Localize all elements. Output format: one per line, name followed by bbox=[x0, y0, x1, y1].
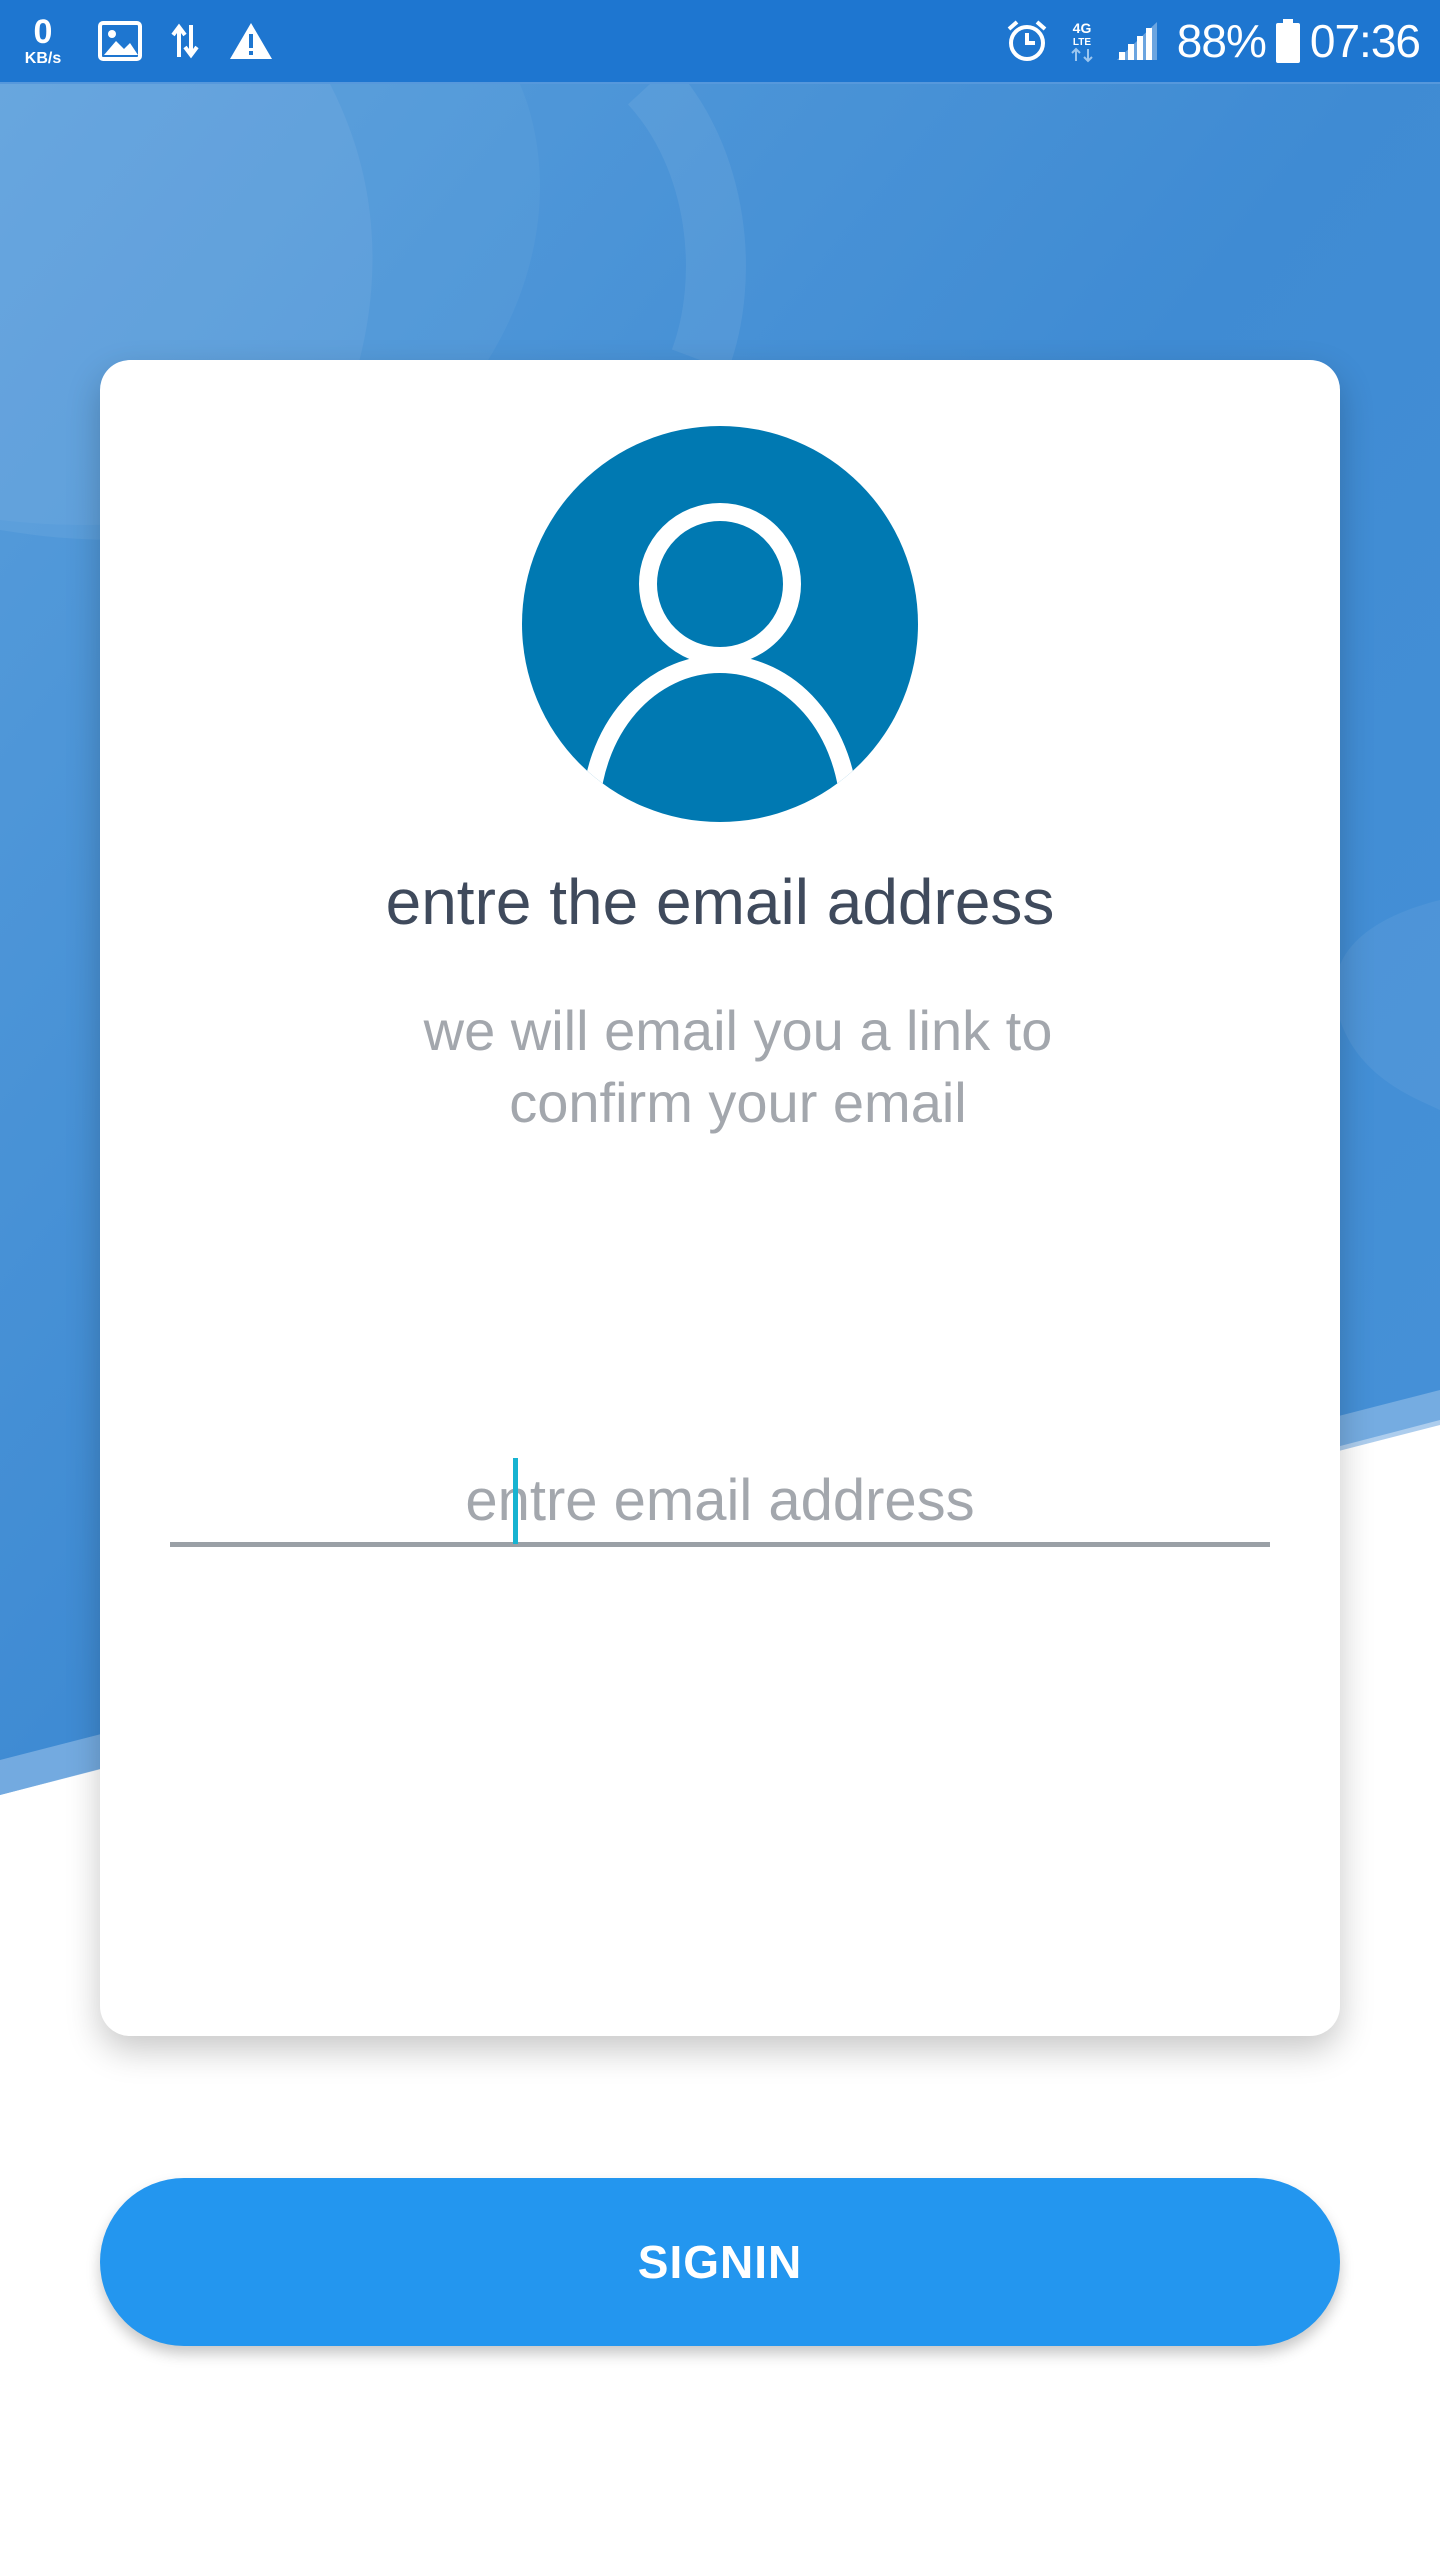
signin-button[interactable]: SIGNIN bbox=[100, 2178, 1340, 2346]
email-verification-card: entre the email address we will email yo… bbox=[100, 360, 1340, 2036]
network-speed-value: 0 bbox=[33, 13, 53, 51]
status-bar-left: 0 KB/s bbox=[20, 0, 302, 83]
image-icon bbox=[98, 21, 142, 61]
network-speed-unit: KB/s bbox=[24, 50, 62, 67]
4g-lte-icon: 4G LTE bbox=[1067, 19, 1097, 63]
text-cursor bbox=[513, 1458, 518, 1544]
status-bar: 0 KB/s 4G LTE 88% 07:36 bbox=[0, 0, 1440, 84]
battery-percent: 88% bbox=[1176, 15, 1267, 67]
svg-text:4G: 4G bbox=[1072, 20, 1091, 36]
svg-text:LTE: LTE bbox=[1073, 37, 1091, 48]
data-transfer-icon bbox=[170, 21, 200, 61]
network-speed-indicator: 0 KB/s bbox=[20, 15, 66, 67]
email-input[interactable] bbox=[170, 1458, 1270, 1542]
battery-icon bbox=[1275, 19, 1300, 63]
status-bar-right: 4G LTE 88% 07:36 bbox=[1005, 0, 1421, 83]
card-title: entre the email address bbox=[385, 866, 1055, 938]
warning-icon bbox=[228, 21, 274, 61]
email-field-container[interactable] bbox=[170, 1458, 1270, 1547]
alarm-icon bbox=[1005, 19, 1049, 63]
clock-time: 07:36 bbox=[1309, 15, 1421, 67]
user-avatar-icon bbox=[522, 426, 918, 822]
card-subtitle: we will email you a link to confirm your… bbox=[423, 999, 1053, 1134]
signal-icon bbox=[1115, 20, 1159, 62]
